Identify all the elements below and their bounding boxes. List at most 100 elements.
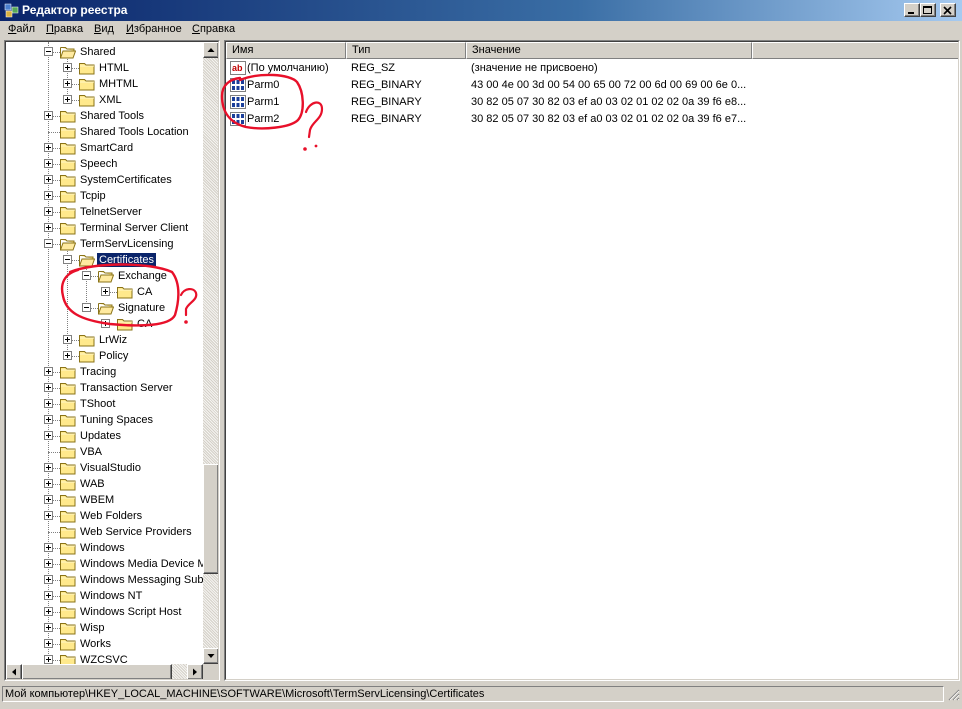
expand-icon[interactable] xyxy=(44,639,53,648)
tree-node[interactable]: Windows NT xyxy=(6,588,203,604)
tree-node[interactable]: TermServLicensing xyxy=(6,236,203,252)
tree-node[interactable]: Terminal Server Client xyxy=(6,220,203,236)
collapse-icon[interactable] xyxy=(44,47,53,56)
expand-icon[interactable] xyxy=(44,591,53,600)
collapse-icon[interactable] xyxy=(82,271,91,280)
tree-node[interactable]: CA xyxy=(6,316,203,332)
maximize-button[interactable] xyxy=(920,3,936,17)
expand-icon[interactable] xyxy=(44,191,53,200)
tree-node[interactable]: Exchange xyxy=(6,268,203,284)
tree-node[interactable]: TShoot xyxy=(6,396,203,412)
column-header-value[interactable]: Значение xyxy=(466,42,752,59)
expand-icon[interactable] xyxy=(44,207,53,216)
tree-node[interactable]: WZCSVC xyxy=(6,652,203,664)
tree-node[interactable]: Speech xyxy=(6,156,203,172)
tree-node[interactable]: TelnetServer xyxy=(6,204,203,220)
expand-icon[interactable] xyxy=(44,399,53,408)
menu-view[interactable]: Вид xyxy=(94,23,114,35)
tree-node[interactable]: Shared Tools Location xyxy=(6,124,203,140)
column-header-name[interactable]: Имя xyxy=(226,42,346,59)
tree-scroll-thumb[interactable] xyxy=(203,464,218,574)
tree-node[interactable]: WBEM xyxy=(6,492,203,508)
tree-node[interactable]: Signature xyxy=(6,300,203,316)
menu-help[interactable]: Справка xyxy=(192,23,235,35)
menu-file[interactable]: Файл xyxy=(8,23,35,35)
tree-node[interactable]: Windows Media Device M xyxy=(6,556,203,572)
tree-node[interactable]: VBA xyxy=(6,444,203,460)
expand-icon[interactable] xyxy=(63,95,72,104)
minimize-button[interactable] xyxy=(904,3,920,17)
collapse-icon[interactable] xyxy=(63,255,72,264)
tree-hscroll-thumb[interactable] xyxy=(22,664,172,679)
expand-icon[interactable] xyxy=(63,79,72,88)
tree-scroll-right-button[interactable] xyxy=(187,664,203,679)
collapse-icon[interactable] xyxy=(44,239,53,248)
tree-node[interactable]: Works xyxy=(6,636,203,652)
expand-icon[interactable] xyxy=(44,655,53,664)
close-button[interactable] xyxy=(940,3,956,17)
values-list[interactable]: ab (По умолчанию) REG_SZ (значение не присв… xyxy=(226,60,958,679)
tree-node[interactable]: Tracing xyxy=(6,364,203,380)
expand-icon[interactable] xyxy=(44,223,53,232)
expand-icon[interactable] xyxy=(44,511,53,520)
tree-node[interactable]: XML xyxy=(6,92,203,108)
expand-icon[interactable] xyxy=(44,543,53,552)
expand-icon[interactable] xyxy=(44,495,53,504)
tree-node[interactable]: MHTML xyxy=(6,76,203,92)
expand-icon[interactable] xyxy=(101,287,110,296)
resize-grip-icon[interactable] xyxy=(947,688,960,701)
tree-node[interactable]: Web Service Providers xyxy=(6,524,203,540)
expand-icon[interactable] xyxy=(44,415,53,424)
list-item[interactable]: Parm1 REG_BINARY 30 82 05 07 30 82 03 ef a… xyxy=(226,94,926,111)
expand-icon[interactable] xyxy=(44,367,53,376)
tree-node[interactable]: VisualStudio xyxy=(6,460,203,476)
tree-scroll-down-button[interactable] xyxy=(203,648,218,664)
tree-node[interactable]: WAB xyxy=(6,476,203,492)
menu-favorites[interactable]: Избранное xyxy=(126,23,182,35)
tree-node[interactable]: Transaction Server xyxy=(6,380,203,396)
expand-icon[interactable] xyxy=(44,607,53,616)
list-item[interactable]: Parm0 REG_BINARY 43 00 4e 00 3d 00 54 00 6… xyxy=(226,77,926,94)
menu-edit[interactable]: Правка xyxy=(46,23,83,35)
expand-icon[interactable] xyxy=(44,111,53,120)
list-item[interactable]: ab (По умолчанию) REG_SZ (значение не присв… xyxy=(226,60,926,77)
collapse-icon[interactable] xyxy=(82,303,91,312)
tree-node[interactable]: Wisp xyxy=(6,620,203,636)
expand-icon[interactable] xyxy=(63,335,72,344)
expand-icon[interactable] xyxy=(44,159,53,168)
expand-icon[interactable] xyxy=(44,463,53,472)
list-item[interactable]: Parm2 REG_BINARY 30 82 05 07 30 82 03 ef a… xyxy=(226,111,926,128)
expand-icon[interactable] xyxy=(63,63,72,72)
tree-node[interactable]: Windows Script Host xyxy=(6,604,203,620)
tree-node[interactable]: Certificates xyxy=(6,252,203,268)
expand-icon[interactable] xyxy=(63,351,72,360)
tree-node[interactable]: Shared xyxy=(6,44,203,60)
expand-icon[interactable] xyxy=(44,559,53,568)
expand-icon[interactable] xyxy=(44,175,53,184)
expand-icon[interactable] xyxy=(44,143,53,152)
tree-node[interactable]: HTML xyxy=(6,60,203,76)
expand-icon[interactable] xyxy=(44,623,53,632)
tree-node[interactable]: Tcpip xyxy=(6,188,203,204)
tree-node[interactable]: Windows xyxy=(6,540,203,556)
tree-node[interactable]: Web Folders xyxy=(6,508,203,524)
registry-tree[interactable]: Shared HTML MHTML XML Shared Tools Shared Too… xyxy=(6,42,203,664)
tree-scroll-left-button[interactable] xyxy=(6,664,22,679)
tree-node[interactable]: Tuning Spaces xyxy=(6,412,203,428)
tree-node[interactable]: Shared Tools xyxy=(6,108,203,124)
tree-node[interactable]: LrWiz xyxy=(6,332,203,348)
expand-icon[interactable] xyxy=(44,575,53,584)
expand-icon[interactable] xyxy=(101,319,110,328)
column-header-type[interactable]: Тип xyxy=(346,42,466,59)
tree-node[interactable]: SystemCertificates xyxy=(6,172,203,188)
tree-scroll-up-button[interactable] xyxy=(203,42,218,58)
title-bar[interactable]: Редактор реестра xyxy=(0,0,962,21)
tree-node[interactable]: Policy xyxy=(6,348,203,364)
expand-icon[interactable] xyxy=(44,383,53,392)
tree-node[interactable]: CA xyxy=(6,284,203,300)
tree-node[interactable]: Updates xyxy=(6,428,203,444)
tree-node[interactable]: SmartCard xyxy=(6,140,203,156)
expand-icon[interactable] xyxy=(44,479,53,488)
expand-icon[interactable] xyxy=(44,431,53,440)
tree-node[interactable]: Windows Messaging Subs xyxy=(6,572,203,588)
